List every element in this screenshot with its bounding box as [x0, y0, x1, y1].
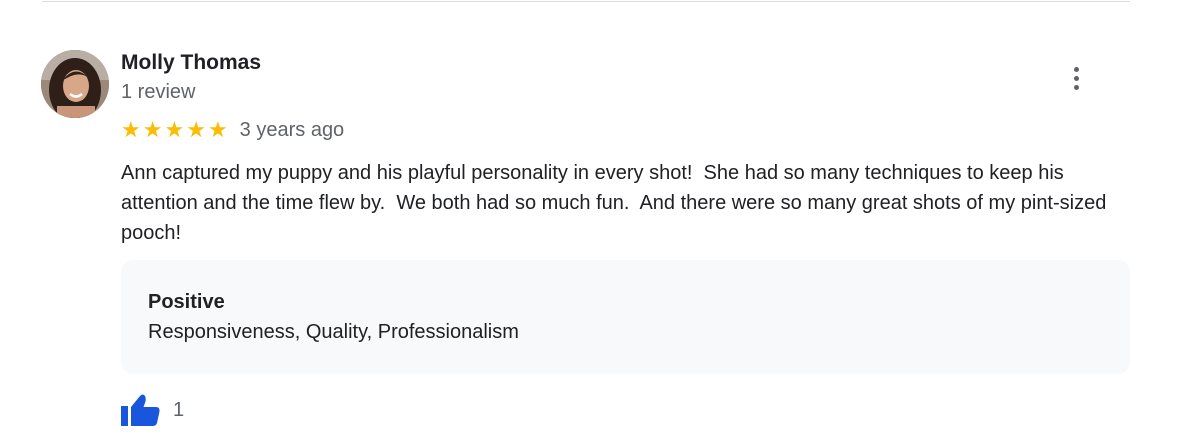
thumbs-up-icon: [121, 394, 160, 426]
avatar[interactable]: [41, 50, 109, 118]
review-count: 1 review: [121, 81, 196, 103]
top-divider: [42, 1, 1130, 2]
star-icon: ★: [186, 117, 206, 142]
rating-row: ★ ★ ★ ★ ★ 3 years ago: [121, 117, 344, 143]
review-text: Ann captured my puppy and his playful pe…: [121, 162, 1112, 244]
review-card: Molly Thomas 1 review ★ ★ ★ ★ ★ 3 years …: [0, 0, 1200, 434]
review-date: 3 years ago: [239, 119, 345, 141]
star-icon: ★: [164, 117, 185, 142]
like-button[interactable]: 1: [121, 392, 184, 428]
review-attributes: Positive Responsiveness, Quality, Profes…: [121, 260, 1130, 374]
star-rating: ★ ★ ★ ★ ★: [121, 119, 228, 141]
more-vert-icon-dot: [1073, 84, 1079, 90]
reviewer-name[interactable]: Molly Thomas: [121, 50, 261, 76]
attributes-heading: Positive: [148, 291, 225, 313]
more-vert-icon: [1073, 66, 1079, 72]
star-icon: ★: [142, 117, 163, 142]
more-options-button[interactable]: [1062, 62, 1090, 94]
avatar-photo: [41, 50, 109, 118]
star-icon: ★: [207, 117, 228, 142]
attributes-values: Responsiveness, Quality, Professionalism: [148, 321, 519, 343]
like-count: 1: [173, 399, 185, 421]
more-vert-icon-dot: [1073, 75, 1079, 81]
star-icon: ★: [121, 117, 141, 142]
